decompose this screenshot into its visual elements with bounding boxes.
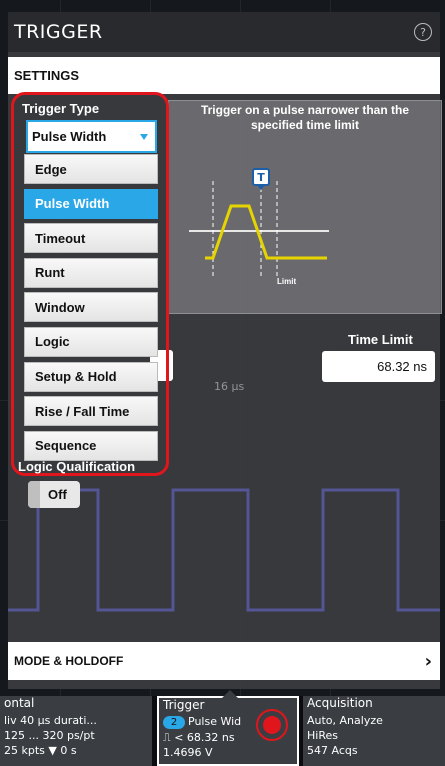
trigger-badge-title: Trigger [163,698,205,712]
option-setup-hold[interactable]: Setup & Hold [24,361,158,392]
trigger-type-select[interactable]: Pulse Width [26,120,157,153]
trigger-type-value: Pulse Width [32,129,107,144]
channel-badge: 2 [163,716,185,729]
acquisition-line1: Auto, Analyze [307,714,383,727]
trigger-diagram: Trigger on a pulse narrower than the spe… [168,100,442,314]
settings-label: SETTINGS [14,68,80,83]
chevron-down-icon [140,133,148,140]
horizontal-badge-title: ontal [4,696,35,710]
panel-header: TRIGGER ? [8,12,440,52]
help-icon[interactable]: ? [414,23,432,41]
trigger-type-label: Trigger Type [22,101,100,116]
toggle-label: Off [48,487,67,502]
trigger-type-options: Edge Pulse Width Timeout Runt Window Log… [24,154,158,465]
acquisition-line2: HiRes [307,729,338,742]
horizontal-badge[interactable]: ontal liv 40 μs durati... 125 ... 320 ps… [0,696,152,766]
option-window[interactable]: Window [24,292,158,323]
trigger-condition-line: ⎍ < 68.32 ns [163,731,235,745]
acquisition-line3: 547 Acqs [307,744,358,757]
mode-holdoff-section[interactable]: MODE & HOLDOFF › [8,642,440,680]
toggle-knob [28,481,40,508]
pulse-width-diagram: T [189,168,329,276]
option-rise-fall-time[interactable]: Rise / Fall Time [24,396,158,427]
limit-label: Limit [277,277,297,286]
horizontal-line1: liv 40 μs durati... [4,714,97,727]
time-marker-label: 16 μs [214,380,245,393]
chevron-right-icon: › [424,650,432,672]
badge-pointer [222,690,238,698]
logic-qualification-toggle[interactable]: Off [28,481,80,508]
horizontal-line3: 25 kpts ▼ 0 s [4,744,77,757]
settings-section-header[interactable]: SETTINGS [8,57,440,94]
mode-holdoff-label: MODE & HOLDOFF [14,654,124,668]
acquisition-badge[interactable]: Acquisition Auto, Analyze HiRes 547 Acqs [303,696,445,766]
pulse-icon: ⎍ [163,731,175,744]
trigger-condition: < 68.32 ns [174,731,235,744]
time-limit-input[interactable]: 68.32 ns [322,351,435,382]
trigger-type-short: Pulse Wid [188,715,242,728]
acquisition-badge-title: Acquisition [307,696,373,710]
results-bar: ontal liv 40 μs durati... 125 ... 320 ps… [0,696,445,766]
trigger-source-line: 2 Pulse Wid [163,715,241,729]
logic-qualification-label: Logic Qualification [18,459,136,474]
trigger-marker-icon: T [252,168,270,190]
option-edge[interactable]: Edge [24,154,158,184]
horizontal-line2: 125 ... 320 ps/pt [4,729,95,742]
time-limit-label: Time Limit [348,332,413,347]
option-runt[interactable]: Runt [24,257,158,288]
touch-indicator [256,709,288,741]
panel-title: TRIGGER [14,21,103,43]
option-sequence[interactable]: Sequence [24,430,158,461]
svg-text:T: T [257,171,265,184]
option-pulse-width[interactable]: Pulse Width [24,188,158,219]
option-logic[interactable]: Logic [24,326,158,357]
option-timeout[interactable]: Timeout [24,223,158,254]
trigger-level: 1.4696 V [163,746,213,759]
